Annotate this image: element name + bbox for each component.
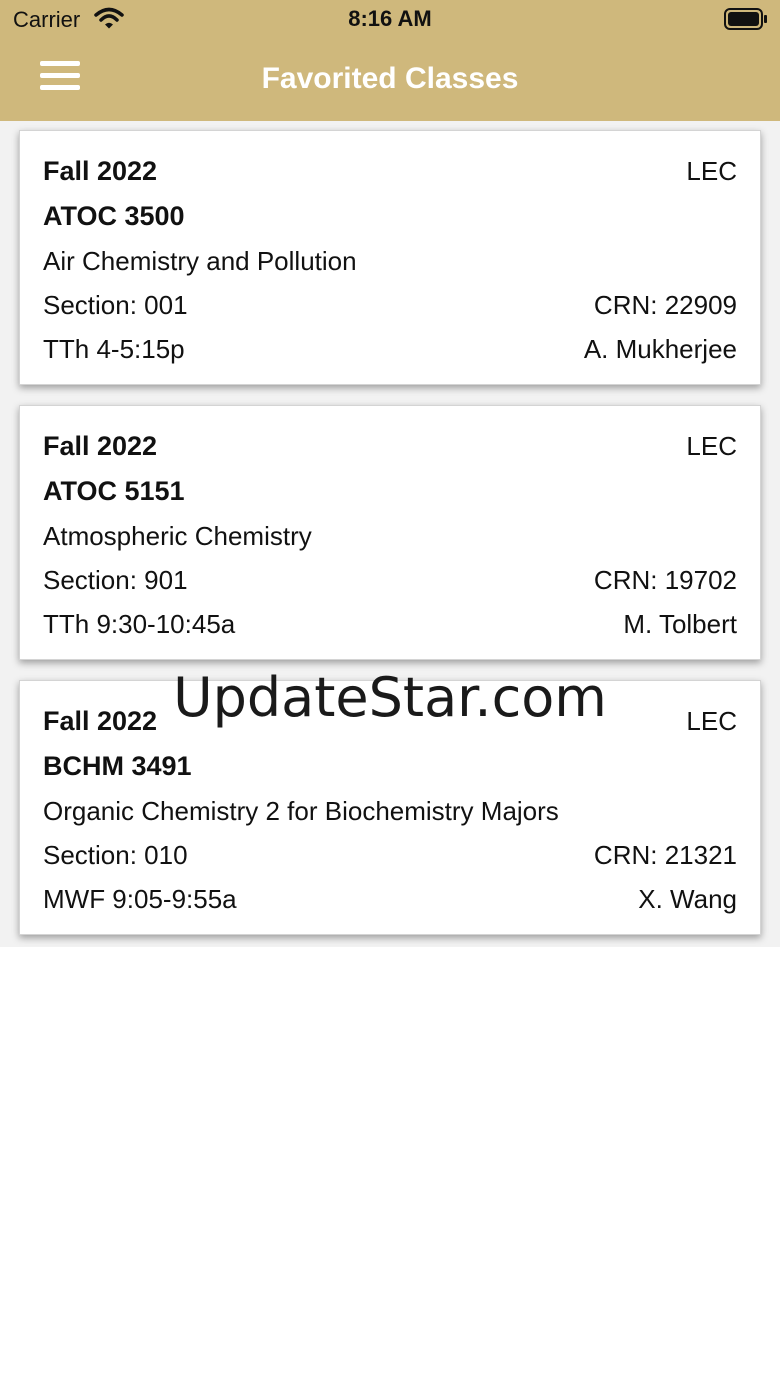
navigation-bar: Favorited Classes [0, 40, 780, 121]
class-schedule: MWF 9:05-9:55a [43, 884, 237, 914]
class-type: LEC [686, 706, 737, 736]
page-title: Favorited Classes [261, 62, 519, 95]
class-crn: CRN: 19702 [593, 565, 737, 595]
status-bar: Carrier 8:16 AM [0, 0, 780, 40]
class-term: Fall 2022 [43, 156, 158, 186]
class-code: ATOC 5151 [43, 476, 185, 506]
class-card[interactable]: Fall 2022 LEC ATOC 3500 Air Chemistry and… [19, 130, 761, 385]
class-instructor: X. Wang [638, 884, 737, 914]
class-section: Section: 001 [43, 290, 188, 320]
class-code: BCHM 3491 [43, 751, 192, 781]
status-time: 8:16 AM [348, 6, 432, 31]
class-name: Atmospheric Chemistry [43, 521, 312, 551]
class-name: Organic Chemistry 2 for Biochemistry Maj… [43, 796, 559, 826]
class-section: Section: 901 [43, 565, 188, 595]
class-crn: CRN: 22909 [593, 290, 737, 320]
class-instructor: M. Tolbert [623, 609, 737, 639]
class-code: ATOC 3500 [43, 201, 185, 231]
battery-icon [724, 8, 768, 30]
class-schedule: TTh 4-5:15p [43, 334, 185, 364]
app-header: Carrier 8:16 AM Favorited Classes [0, 0, 780, 121]
class-term: Fall 2022 [43, 431, 158, 461]
class-type: LEC [686, 156, 737, 186]
favorited-classes-list[interactable]: Fall 2022 LEC ATOC 3500 Air Chemistry and… [0, 121, 780, 947]
class-card[interactable]: Fall 2022 LEC BCHM 3491 Organic Chemistry… [19, 680, 761, 935]
class-card[interactable]: Fall 2022 LEC ATOC 5151 Atmospheric Chemi… [19, 405, 761, 660]
class-type: LEC [686, 431, 737, 461]
class-instructor: A. Mukherjee [583, 334, 737, 364]
class-schedule: TTh 9:30-10:45a [43, 609, 236, 639]
class-name: Air Chemistry and Pollution [43, 246, 357, 276]
class-crn: CRN: 21321 [593, 840, 737, 870]
class-section: Section: 010 [43, 840, 188, 870]
class-term: Fall 2022 [43, 706, 158, 736]
